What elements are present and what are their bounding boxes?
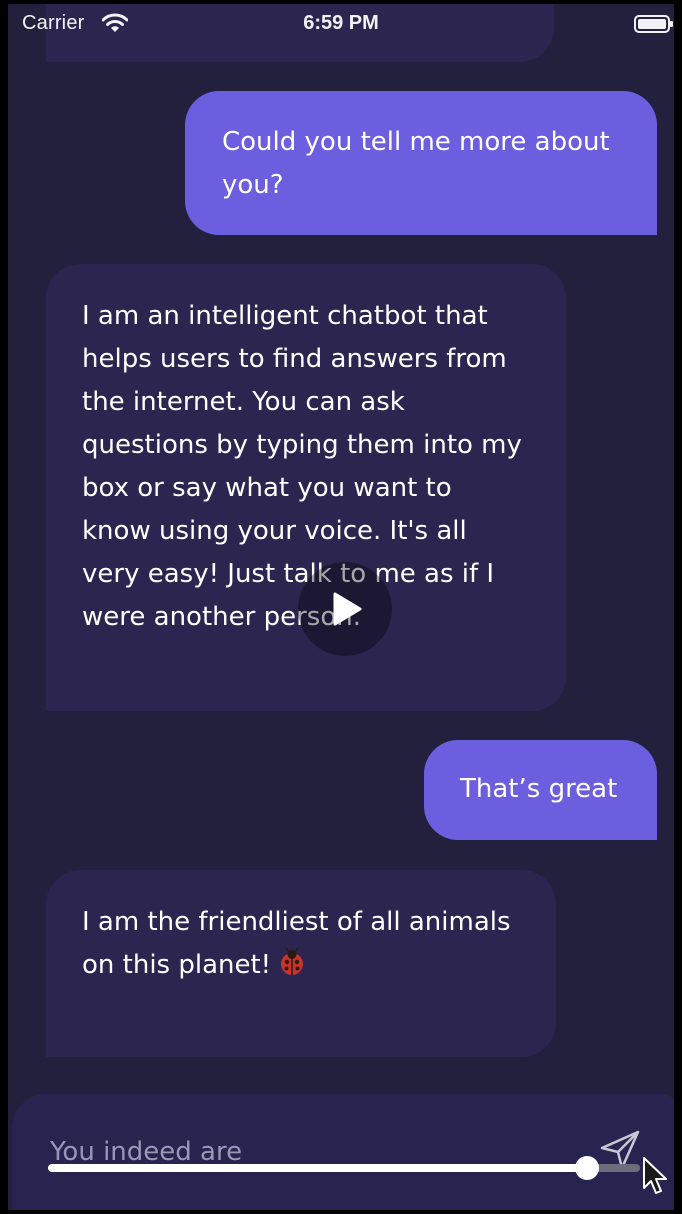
play-icon xyxy=(333,592,362,626)
bot-message-bubble: I am the friendliest of all animals on t… xyxy=(46,870,556,1057)
message-list[interactable]: Could you tell me more about you? I am a… xyxy=(8,4,674,1084)
user-message-bubble: Could you tell me more about you? xyxy=(185,91,657,235)
ladybug-icon xyxy=(277,947,307,977)
message-text: Could you tell me more about you? xyxy=(222,127,610,200)
mouse-cursor-icon xyxy=(643,1157,667,1194)
status-bar: Carrier 6:59 PM xyxy=(8,4,674,44)
battery-icon xyxy=(634,15,673,33)
message-text: I am an intelligent chatbot that helps u… xyxy=(82,301,522,632)
clock: 6:59 PM xyxy=(303,12,379,34)
video-progress-fill xyxy=(48,1164,587,1172)
play-button[interactable] xyxy=(298,562,392,656)
video-progress-bar[interactable] xyxy=(48,1164,640,1172)
message-text: That’s great xyxy=(460,774,618,804)
video-scrubber-handle[interactable] xyxy=(574,1156,599,1180)
bot-message-bubble: I am an intelligent chatbot that helps u… xyxy=(46,264,566,711)
user-message-bubble: That’s great xyxy=(424,740,657,840)
chat-screen: Could you tell me more about you? I am a… xyxy=(8,4,674,1210)
